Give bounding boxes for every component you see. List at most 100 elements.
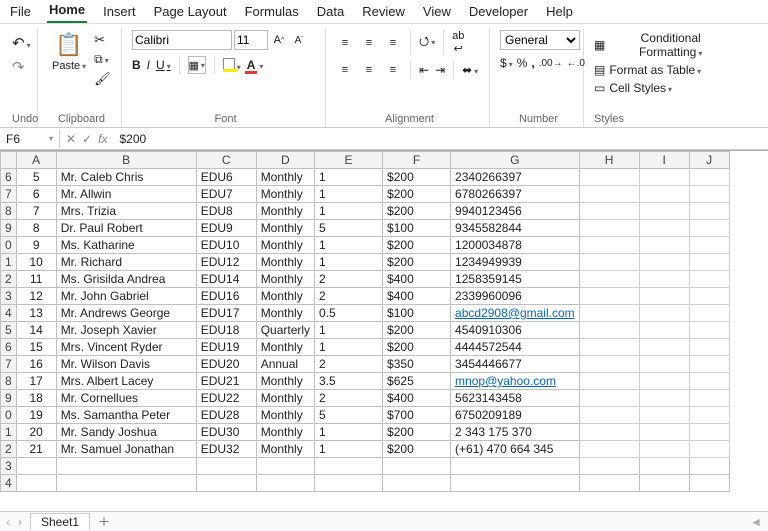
cell[interactable] xyxy=(689,203,729,220)
cell[interactable]: Mr. Wilson Davis xyxy=(56,356,196,373)
cell[interactable]: Quarterly xyxy=(256,322,314,339)
accounting-format-button[interactable]: $ xyxy=(500,56,513,70)
col-header-D[interactable]: D xyxy=(256,152,314,169)
cell[interactable]: Mr. John Gabriel xyxy=(56,288,196,305)
row-header[interactable]: 1 xyxy=(1,254,17,271)
cell[interactable]: EDU10 xyxy=(196,237,256,254)
cell[interactable]: Mr. Caleb Chris xyxy=(56,169,196,186)
cell[interactable] xyxy=(689,356,729,373)
cell[interactable] xyxy=(579,254,639,271)
cell[interactable]: EDU21 xyxy=(196,373,256,390)
row-header[interactable]: 8 xyxy=(1,373,17,390)
cell[interactable]: 5 xyxy=(315,407,383,424)
cell[interactable]: EDU14 xyxy=(196,271,256,288)
cell[interactable] xyxy=(689,305,729,322)
cell[interactable]: Monthly xyxy=(256,186,314,203)
font-size-combo[interactable] xyxy=(234,30,268,50)
col-header-E[interactable]: E xyxy=(315,152,383,169)
cut-button[interactable]: ✂ xyxy=(94,32,105,48)
cell[interactable] xyxy=(689,322,729,339)
cell[interactable]: 9345582844 xyxy=(451,220,580,237)
name-box[interactable]: F6▾ xyxy=(0,130,60,148)
cell[interactable]: 1258359145 xyxy=(451,271,580,288)
align-middle-button[interactable]: ≡ xyxy=(360,34,378,52)
cell[interactable]: EDU17 xyxy=(196,305,256,322)
cell[interactable]: 4444572544 xyxy=(451,339,580,356)
col-header-C[interactable]: C xyxy=(196,152,256,169)
italic-button[interactable]: I xyxy=(147,58,150,72)
cell[interactable]: 1 xyxy=(315,339,383,356)
cell[interactable]: 5 xyxy=(16,169,56,186)
cell[interactable]: EDU16 xyxy=(196,288,256,305)
cell[interactable]: 1200034878 xyxy=(451,237,580,254)
cell[interactable]: $350 xyxy=(383,356,451,373)
row-header[interactable]: 7 xyxy=(1,356,17,373)
redo-button[interactable]: ↷ xyxy=(12,58,25,76)
orientation-button[interactable]: ⭯ xyxy=(419,32,435,53)
cell[interactable]: $200 xyxy=(383,322,451,339)
tab-file[interactable]: File xyxy=(8,2,33,23)
cell[interactable]: 1 xyxy=(315,203,383,220)
cell[interactable]: Dr. Paul Robert xyxy=(56,220,196,237)
cell[interactable]: Monthly xyxy=(256,203,314,220)
cell[interactable]: 2 xyxy=(315,288,383,305)
cell[interactable]: 6780266397 xyxy=(451,186,580,203)
cell[interactable] xyxy=(689,475,729,492)
cell[interactable] xyxy=(639,203,689,220)
cell[interactable] xyxy=(689,424,729,441)
cell[interactable] xyxy=(689,237,729,254)
cell[interactable] xyxy=(56,475,196,492)
cell[interactable]: EDU19 xyxy=(196,339,256,356)
cell[interactable]: EDU28 xyxy=(196,407,256,424)
cell[interactable] xyxy=(579,356,639,373)
cell[interactable] xyxy=(639,356,689,373)
cell[interactable] xyxy=(639,322,689,339)
row-header[interactable]: 0 xyxy=(1,407,17,424)
fill-color-button[interactable] xyxy=(223,58,241,73)
cell[interactable]: 3.5 xyxy=(315,373,383,390)
decrease-font-button[interactable]: Aˇ xyxy=(290,31,308,49)
cell[interactable]: 14 xyxy=(16,322,56,339)
paste-button[interactable]: 📋 Paste xyxy=(48,30,90,74)
col-header-I[interactable]: I xyxy=(639,152,689,169)
sheet-prev-button[interactable]: ‹ xyxy=(6,515,10,529)
cell[interactable]: 16 xyxy=(16,356,56,373)
bold-button[interactable]: B xyxy=(132,58,141,72)
row-header[interactable]: 2 xyxy=(1,441,17,458)
row-header[interactable]: 3 xyxy=(1,458,17,475)
tab-help[interactable]: Help xyxy=(544,2,575,23)
cell[interactable]: EDU12 xyxy=(196,254,256,271)
cell[interactable] xyxy=(639,220,689,237)
cell[interactable]: 1 xyxy=(315,254,383,271)
align-right-button[interactable]: ≡ xyxy=(384,61,402,79)
cell[interactable] xyxy=(196,458,256,475)
cell[interactable] xyxy=(579,288,639,305)
cell[interactable] xyxy=(639,271,689,288)
cell[interactable]: 1 xyxy=(315,237,383,254)
row-header[interactable]: 1 xyxy=(1,424,17,441)
decrease-indent-button[interactable]: ⇤ xyxy=(419,63,429,77)
align-top-button[interactable]: ≡ xyxy=(336,34,354,52)
cell[interactable] xyxy=(639,390,689,407)
cell[interactable]: Monthly xyxy=(256,305,314,322)
format-as-table-button[interactable]: ▤Format as Table xyxy=(594,62,701,78)
underline-button[interactable]: U xyxy=(156,58,171,72)
cell[interactable]: $200 xyxy=(383,203,451,220)
cell[interactable] xyxy=(689,373,729,390)
cell[interactable]: Monthly xyxy=(256,390,314,407)
cell[interactable]: Mr. Allwin xyxy=(56,186,196,203)
cell[interactable]: $400 xyxy=(383,271,451,288)
cell[interactable]: $625 xyxy=(383,373,451,390)
row-header[interactable]: 0 xyxy=(1,237,17,254)
cell[interactable]: 0.5 xyxy=(315,305,383,322)
row-header[interactable]: 8 xyxy=(1,203,17,220)
cell[interactable] xyxy=(256,458,314,475)
cell[interactable]: Ms. Katharine xyxy=(56,237,196,254)
cell[interactable] xyxy=(383,475,451,492)
cell[interactable]: $400 xyxy=(383,390,451,407)
tab-insert[interactable]: Insert xyxy=(101,2,138,23)
cell[interactable]: 5623143458 xyxy=(451,390,580,407)
cell[interactable]: Monthly xyxy=(256,424,314,441)
fx-button[interactable]: fx xyxy=(98,132,107,146)
align-bottom-button[interactable]: ≡ xyxy=(384,34,402,52)
